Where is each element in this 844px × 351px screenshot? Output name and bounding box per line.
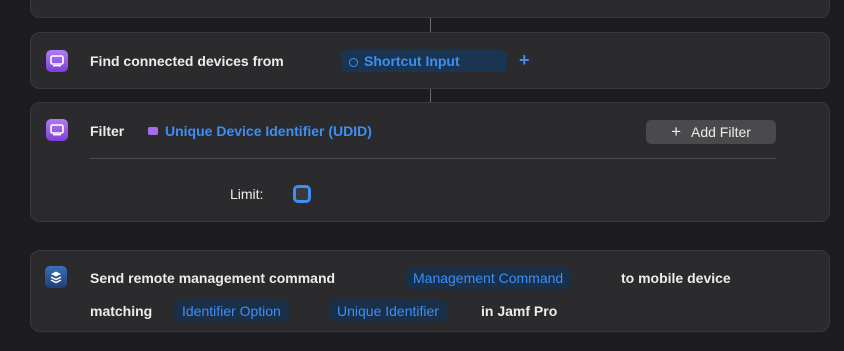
mobile-device-label: to mobile device [621, 270, 731, 286]
jamf-pro-label: in Jamf Pro [481, 303, 558, 319]
shortcut-input-label: Shortcut Input [364, 53, 460, 69]
jamf-pro-icon [45, 266, 67, 288]
action-connector [430, 89, 431, 102]
shortcut-editor-canvas: Find connected devices from Shortcut Inp… [0, 0, 844, 351]
send-action-label: Send remote management command [90, 270, 336, 286]
identifier-option-token[interactable]: Identifier Option [174, 300, 289, 322]
limit-checkbox[interactable] [293, 185, 311, 203]
device-mini-icon [148, 127, 158, 135]
find-action-label: Find connected devices from [90, 53, 284, 69]
matching-label: matching [90, 303, 153, 319]
shortcut-input-token[interactable]: Shortcut Input [341, 50, 507, 72]
filter-divider [90, 158, 776, 159]
filter-label: Filter [90, 123, 125, 139]
action-connector [430, 18, 431, 32]
limit-label: Limit: [230, 186, 264, 202]
plus-icon: + [671, 122, 681, 141]
device-icon [46, 50, 68, 72]
udid-property-token[interactable]: Unique Device Identifier (UDID) [148, 120, 372, 142]
add-filter-button[interactable]: + Add Filter [646, 120, 776, 144]
management-command-token[interactable]: Management Command [405, 267, 572, 289]
unique-identifier-token[interactable]: Unique Identifier [329, 300, 447, 322]
gear-circle-icon [349, 58, 358, 67]
add-filter-label: Add Filter [691, 124, 751, 140]
add-parameter-button[interactable]: + [519, 49, 530, 71]
previous-action-card[interactable] [30, 0, 830, 18]
udid-property-label: Unique Device Identifier (UDID) [165, 123, 372, 139]
device-icon [46, 119, 68, 141]
